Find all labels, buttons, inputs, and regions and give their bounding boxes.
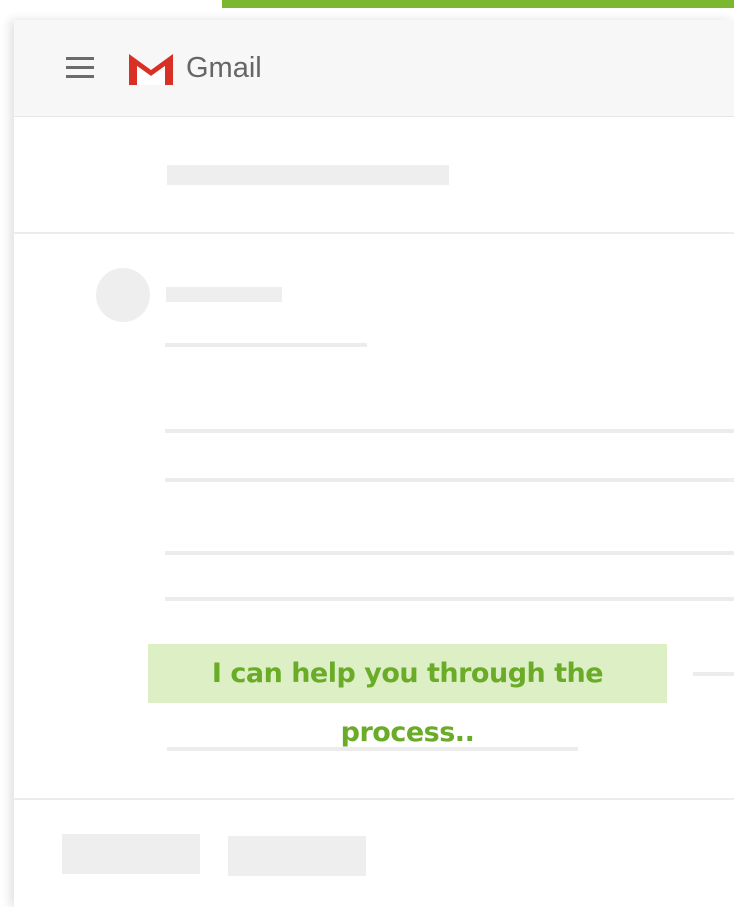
body-line — [165, 551, 734, 555]
body-line — [165, 429, 734, 433]
app-title: Gmail — [186, 52, 262, 84]
body-line — [167, 747, 578, 751]
app-header: Gmail — [14, 20, 734, 117]
forward-button-placeholder[interactable] — [228, 836, 366, 876]
section-divider — [14, 232, 734, 234]
gmail-window: Gmail I can help you through the process… — [14, 20, 734, 907]
sender-name-placeholder — [166, 287, 282, 302]
top-accent-bar — [222, 0, 734, 8]
body-line — [165, 597, 734, 601]
help-tooltip: I can help you through the process.. — [148, 644, 667, 748]
body-line — [693, 672, 734, 676]
body-line — [165, 478, 734, 482]
section-divider — [14, 798, 734, 800]
hamburger-menu-icon[interactable] — [66, 55, 96, 81]
subject-placeholder — [167, 165, 449, 185]
sender-detail-placeholder — [165, 343, 367, 347]
avatar — [96, 268, 150, 322]
reply-button-placeholder[interactable] — [62, 834, 200, 874]
gmail-m-logo-icon — [129, 54, 173, 85]
